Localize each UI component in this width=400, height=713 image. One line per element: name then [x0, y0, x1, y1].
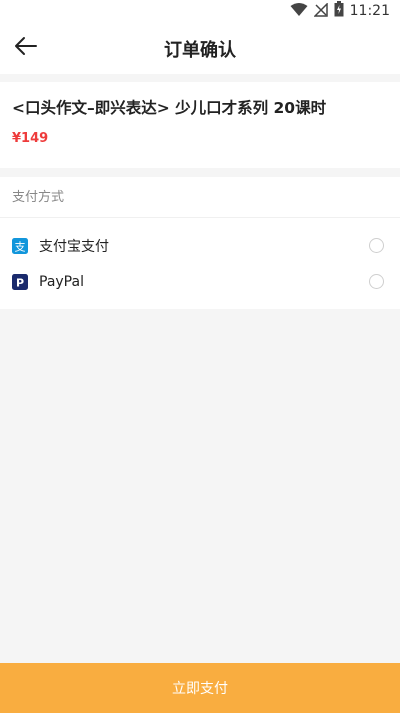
product-card: <口头作文–即兴表达> 少儿口才系列 20课时 ¥149	[0, 82, 400, 168]
pay-now-button[interactable]: 立即支付	[0, 663, 400, 713]
payment-section-label: 支付方式	[0, 177, 400, 218]
alipay-icon: 支	[12, 238, 28, 254]
battery-icon	[334, 1, 344, 21]
payment-option-label: 支付宝支付	[39, 239, 109, 255]
radio-alipay[interactable]	[369, 238, 384, 253]
payment-option-label: PayPal	[39, 274, 84, 290]
radio-paypal[interactable]	[369, 274, 384, 289]
payment-methods: 支付方式 支 支付宝支付 P PayPal	[0, 177, 400, 309]
svg-text:支: 支	[15, 241, 26, 254]
signal-off-icon	[312, 1, 328, 21]
payment-option-paypal[interactable]: P PayPal	[0, 264, 400, 300]
paypal-icon: P	[12, 274, 28, 290]
status-time: 11:21	[349, 3, 390, 19]
product-price: ¥149	[12, 131, 49, 146]
product-title: <口头作文–即兴表达> 少儿口才系列 20课时	[12, 99, 327, 117]
payment-option-alipay[interactable]: 支 支付宝支付	[0, 228, 400, 264]
wifi-icon	[290, 2, 308, 21]
header: 订单确认	[0, 22, 400, 74]
page-title: 订单确认	[164, 40, 236, 61]
svg-text:P: P	[16, 277, 24, 290]
status-bar: 11:21	[0, 0, 400, 22]
